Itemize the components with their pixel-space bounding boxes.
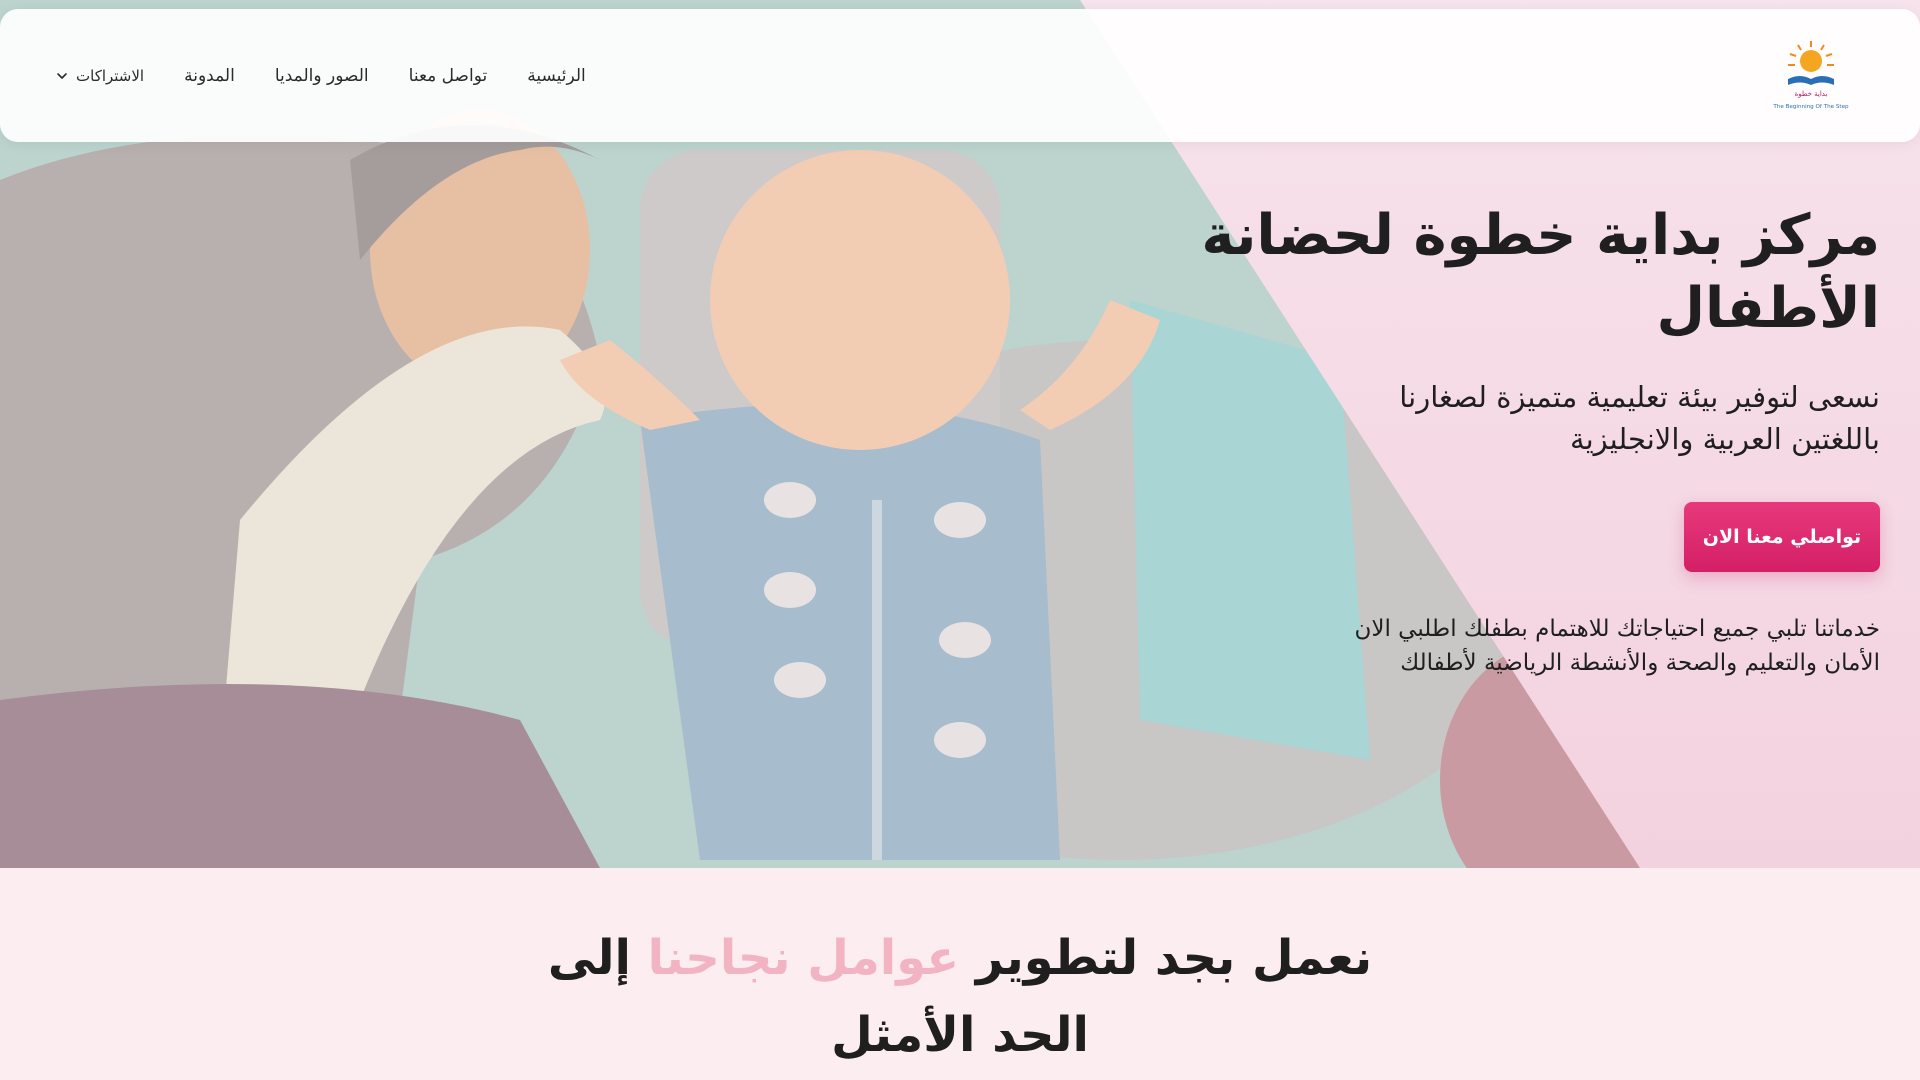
nav-dropdown-label: الاشتراكات bbox=[76, 66, 145, 85]
svg-text:The Beginning Of The Step: The Beginning Of The Step bbox=[1772, 104, 1849, 110]
hero-title: مركز بداية خطوة لحضانة الأطفال bbox=[1201, 203, 1880, 341]
contact-now-button[interactable]: تواصلي معنا الان bbox=[1684, 501, 1880, 572]
success-section: نعمل بجد لتطوير عوامل نجاحنا إلى الحد ال… bbox=[0, 868, 1920, 1080]
heading-part-1: نعمل بجد لتطوير bbox=[975, 930, 1373, 986]
hero-description: خدماتنا تلبي جميع احتياجاتك للاهتمام بطف… bbox=[1354, 615, 1880, 677]
chevron-down-icon bbox=[57, 72, 67, 79]
page: مركز بداية خطوة لحضانة الأطفال نسعى لتوف… bbox=[0, 0, 1920, 1080]
nav-item-home[interactable]: الرئيسية bbox=[527, 66, 586, 86]
nav-item-media[interactable]: الصور والمديا bbox=[275, 66, 369, 86]
nav-menu: الاشتراكات المدونة الصور والمديا تواصل م… bbox=[56, 9, 586, 142]
nav-item-blog[interactable]: المدونة bbox=[184, 66, 235, 86]
hero-subtitle: نسعى لتوفير بيئة تعليمية متميزة لصغارنا … bbox=[1399, 379, 1880, 456]
section-heading: نعمل بجد لتطوير عوامل نجاحنا إلى الحد ال… bbox=[510, 920, 1410, 1074]
site-logo[interactable]: بداية خطوة The Beginning Of The Step bbox=[1768, 39, 1854, 115]
svg-text:بداية خطوة: بداية خطوة bbox=[1795, 90, 1828, 98]
heading-accent: عوامل نجاحنا bbox=[647, 930, 960, 986]
navbar: الاشتراكات المدونة الصور والمديا تواصل م… bbox=[0, 9, 1920, 142]
sun-icon bbox=[1788, 41, 1834, 72]
hero-content: مركز بداية خطوة لحضانة الأطفال نسعى لتوف… bbox=[980, 200, 1880, 681]
nav-item-contact[interactable]: تواصل معنا bbox=[409, 66, 488, 86]
nav-dropdown-subscriptions[interactable]: الاشتراكات bbox=[56, 67, 144, 85]
